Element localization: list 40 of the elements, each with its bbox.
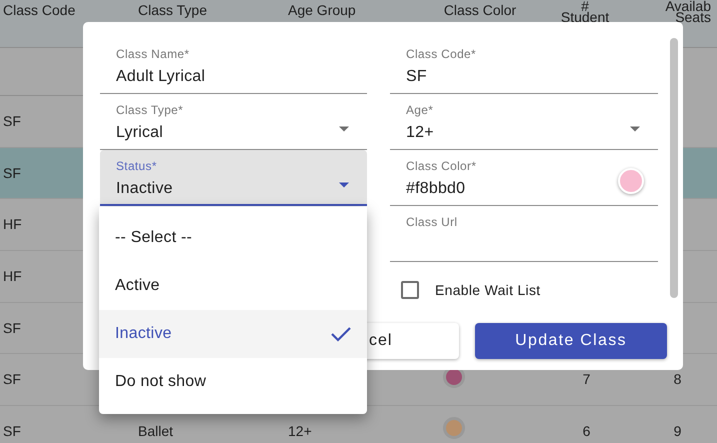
scrollbar[interactable]: [670, 38, 678, 298]
caret-icon: [339, 126, 349, 132]
menu-item[interactable]: Do not show: [99, 358, 367, 406]
table-cell: 7: [582, 371, 590, 388]
table-cell: SF: [3, 422, 21, 439]
checkbox[interactable]: [401, 281, 419, 299]
select-field[interactable]: Status* Inactive: [100, 150, 367, 206]
table-cell: 6: [582, 422, 590, 439]
column-header: Student: [560, 12, 610, 23]
caret-icon: [630, 126, 640, 132]
table-cell: 12+: [288, 422, 312, 439]
menu-item[interactable]: -- Select --: [99, 214, 367, 262]
column-header: Class Type: [138, 3, 207, 18]
column-header: Class Code: [3, 3, 76, 18]
table-cell: SF: [3, 320, 21, 336]
table-cell: HF: [3, 216, 22, 232]
column-header: Seats: [675, 12, 711, 23]
checkbox-label: Enable Wait List: [435, 280, 540, 300]
color-swatch[interactable]: [618, 168, 644, 194]
table-cell: SF: [3, 164, 21, 181]
input-field[interactable]: Class Url: [390, 206, 658, 262]
column-header: #: [581, 1, 589, 12]
table-cell: HF: [3, 268, 22, 284]
input-field[interactable]: Class Code* SF: [390, 38, 658, 94]
table-cell: 8: [674, 371, 682, 388]
column-header: Age Group: [288, 3, 356, 18]
menu-item[interactable]: Active: [99, 262, 367, 310]
select-field[interactable]: Age* 12+: [390, 94, 658, 150]
table-cell: Ballet: [138, 422, 174, 439]
column-header: Class Color: [444, 3, 516, 18]
table-cell: SF: [3, 371, 21, 388]
menu-item[interactable]: Inactive: [99, 310, 367, 358]
caret-icon: [339, 182, 349, 188]
input-field[interactable]: Class Name* Adult Lyrical: [100, 38, 367, 94]
table-cell: 9: [674, 422, 682, 439]
table-cell: SF: [3, 112, 21, 129]
update-button[interactable]: Update Class: [475, 323, 667, 359]
check-icon: [331, 326, 351, 342]
input-field[interactable]: Class Color* #f8bbd0: [390, 150, 658, 206]
column-header: Availab: [665, 1, 711, 12]
